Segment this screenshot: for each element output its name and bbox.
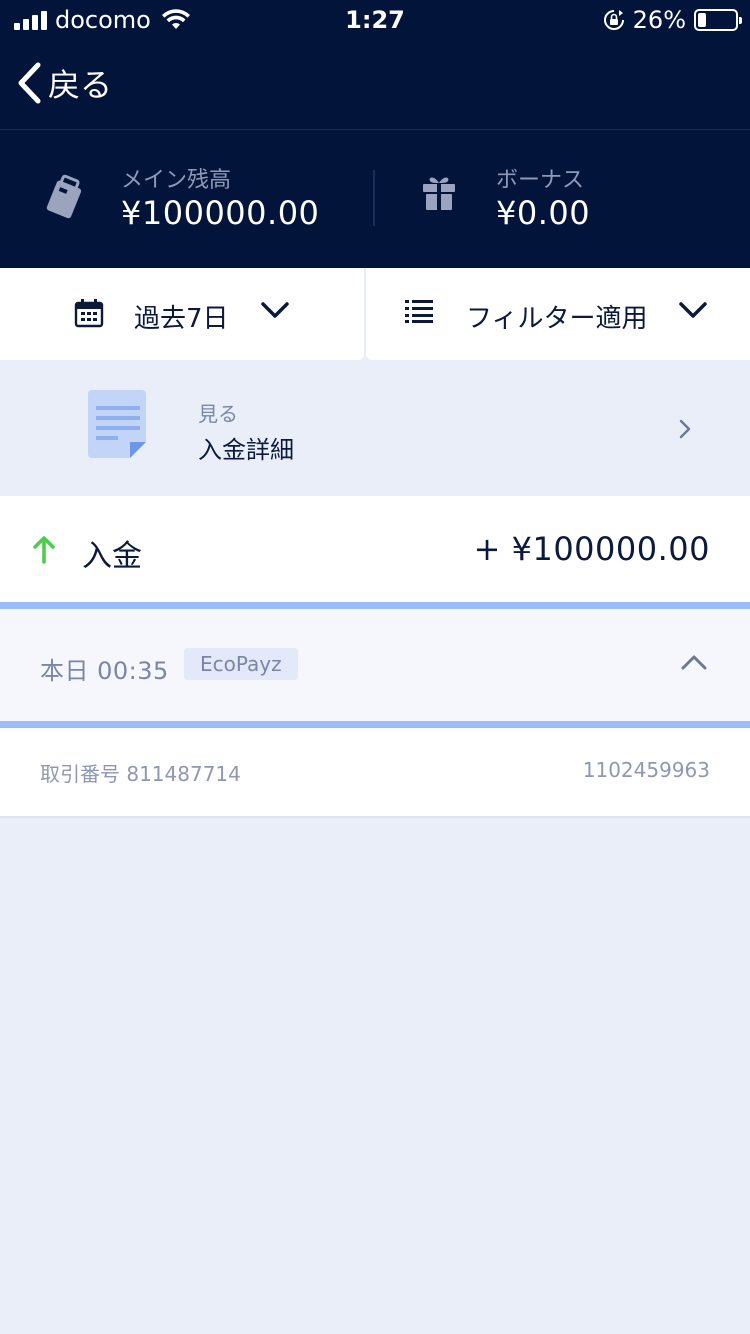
filter-row: 過去7日 フィルター適用 xyxy=(0,268,750,360)
battery-percent: 26% xyxy=(632,6,686,34)
apply-filter[interactable]: フィルター適用 xyxy=(366,268,750,360)
arrow-up-icon xyxy=(33,536,55,564)
transaction-detail: 取引番号 811487714 1102459963 xyxy=(0,728,750,818)
chevron-down-icon xyxy=(261,302,289,318)
chevron-right-icon[interactable] xyxy=(678,418,692,440)
bonus-balance-value: ¥0.00 xyxy=(496,194,591,232)
chevron-down-icon xyxy=(679,302,707,318)
status-right: 26% xyxy=(603,6,742,34)
date-range-filter[interactable]: 過去7日 xyxy=(0,268,364,360)
back-label: 戻る xyxy=(48,66,113,104)
nav-bar: 戻る xyxy=(0,40,750,130)
balance-bar: メイン残高 ¥100000.00 ボーナス ¥0.00 xyxy=(0,130,750,268)
balance-divider xyxy=(373,170,375,226)
transaction-number: 取引番号 811487714 xyxy=(40,762,241,786)
document-icon xyxy=(88,390,146,458)
gift-icon xyxy=(423,177,455,210)
transaction-summary: 入金 + ¥100000.00 xyxy=(0,496,750,602)
date-range-label: 過去7日 xyxy=(134,304,229,334)
transaction-header[interactable]: 本日 00:35 EcoPayz xyxy=(0,602,750,728)
deposit-details-link[interactable] xyxy=(0,360,750,496)
list-icon xyxy=(405,300,433,323)
main-balance: メイン残高 ¥100000.00 xyxy=(0,130,374,268)
wallet-icon xyxy=(46,174,82,219)
details-title: 入金詳細 xyxy=(198,436,294,464)
rotation-lock-icon xyxy=(603,10,624,30)
main-balance-label: メイン残高 xyxy=(121,168,232,193)
chevron-up-icon[interactable] xyxy=(680,653,708,671)
bonus-balance-label: ボーナス xyxy=(496,168,585,193)
transaction-reference: 1102459963 xyxy=(582,758,710,782)
chevron-left-icon xyxy=(18,62,41,104)
main-balance-value: ¥100000.00 xyxy=(121,194,320,232)
payment-method-badge: EcoPayz xyxy=(184,648,298,680)
transaction-type: 入金 xyxy=(82,539,142,574)
battery-icon xyxy=(694,9,742,31)
status-bar: docomo 1:27 26% xyxy=(0,0,750,40)
apply-filter-label: フィルター適用 xyxy=(466,304,648,334)
bonus-balance: ボーナス ¥0.00 xyxy=(376,130,750,268)
transaction-amount: + ¥100000.00 xyxy=(473,530,710,568)
details-caption: 見る xyxy=(198,402,238,426)
back-button[interactable]: 戻る xyxy=(16,60,112,106)
transaction-time: 本日 00:35 xyxy=(40,657,169,685)
calendar-icon xyxy=(74,299,104,328)
